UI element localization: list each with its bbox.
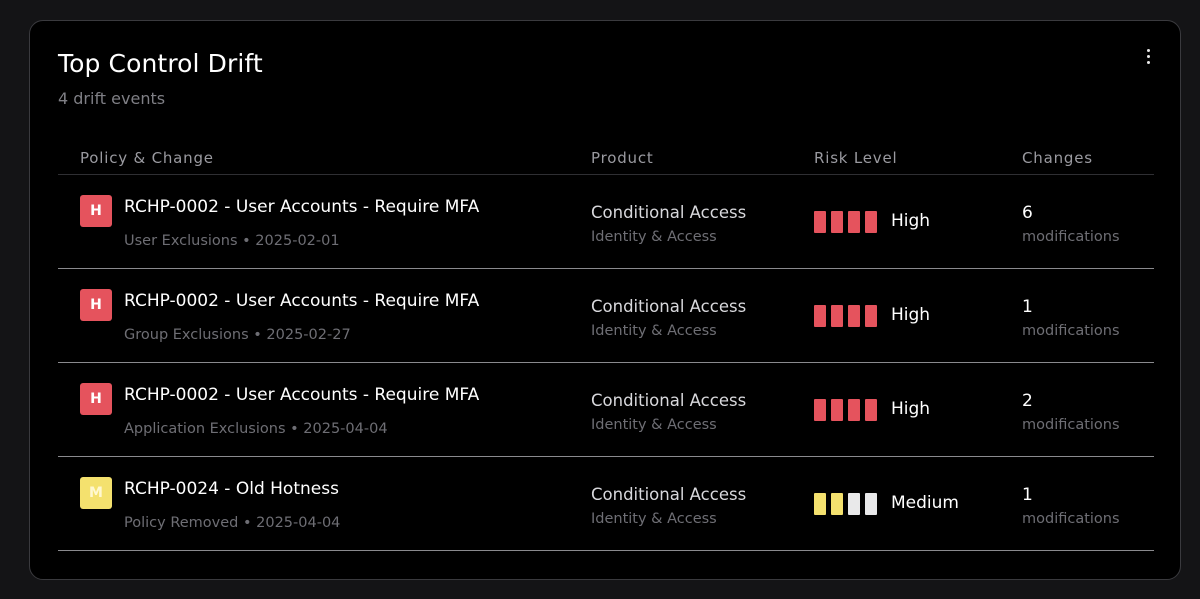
- risk-meter: [814, 399, 877, 421]
- product-name: Conditional Access: [591, 391, 747, 410]
- change-detail: Policy Removed • 2025-04-04: [124, 515, 341, 531]
- table-row[interactable]: H RCHP-0002 - User Accounts - Require MF…: [58, 175, 1154, 269]
- product-category: Identity & Access: [591, 323, 717, 339]
- risk-label: High: [891, 211, 931, 231]
- risk-bar: [848, 305, 860, 327]
- column-header-risk[interactable]: Risk Level: [814, 149, 897, 167]
- change-count: 1: [1022, 485, 1033, 505]
- change-count: 6: [1022, 203, 1033, 223]
- risk-bar: [814, 399, 826, 421]
- change-count: 1: [1022, 297, 1033, 317]
- table-row[interactable]: H RCHP-0002 - User Accounts - Require MF…: [58, 269, 1154, 363]
- policy-name: RCHP-0002 - User Accounts - Require MFA: [124, 385, 480, 405]
- risk-bar: [848, 211, 860, 233]
- policy-name: RCHP-0002 - User Accounts - Require MFA: [124, 291, 480, 311]
- drift-card: Top Control Drift 4 drift events Policy …: [29, 20, 1181, 580]
- menu-dot: [1146, 60, 1150, 64]
- change-detail: User Exclusions • 2025-02-01: [124, 233, 340, 249]
- risk-bar: [814, 211, 826, 233]
- card-title: Top Control Drift: [58, 49, 263, 78]
- risk-badge: M: [80, 477, 112, 509]
- risk-badge: H: [80, 383, 112, 415]
- product-name: Conditional Access: [591, 485, 747, 504]
- change-count: 2: [1022, 391, 1033, 411]
- policy-name: RCHP-0002 - User Accounts - Require MFA: [124, 197, 480, 217]
- risk-bar: [814, 305, 826, 327]
- change-detail: Group Exclusions • 2025-02-27: [124, 327, 351, 343]
- risk-bar: [865, 399, 877, 421]
- table-row[interactable]: H RCHP-0002 - User Accounts - Require MF…: [58, 363, 1154, 457]
- menu-dot: [1146, 54, 1150, 58]
- risk-meter: [814, 305, 877, 327]
- risk-bar: [865, 493, 877, 515]
- risk-bar: [814, 493, 826, 515]
- column-header-product[interactable]: Product: [591, 149, 654, 167]
- table-row[interactable]: M RCHP-0024 - Old Hotness Policy Removed…: [58, 457, 1154, 551]
- product-name: Conditional Access: [591, 297, 747, 316]
- column-header-policy[interactable]: Policy & Change: [80, 149, 214, 167]
- policy-name: RCHP-0024 - Old Hotness: [124, 479, 339, 499]
- change-unit: modifications: [1022, 229, 1120, 245]
- risk-badge: H: [80, 289, 112, 321]
- product-category: Identity & Access: [591, 511, 717, 527]
- change-unit: modifications: [1022, 323, 1120, 339]
- risk-bar: [831, 305, 843, 327]
- risk-label: High: [891, 399, 931, 419]
- column-header-changes[interactable]: Changes: [1022, 149, 1093, 167]
- product-category: Identity & Access: [591, 229, 717, 245]
- product-category: Identity & Access: [591, 417, 717, 433]
- risk-bar: [848, 399, 860, 421]
- table-header: Policy & Change Product Risk Level Chang…: [58, 147, 1154, 175]
- menu-dot: [1146, 48, 1150, 52]
- risk-bar: [848, 493, 860, 515]
- risk-bar: [831, 399, 843, 421]
- change-unit: modifications: [1022, 511, 1120, 527]
- change-unit: modifications: [1022, 417, 1120, 433]
- risk-bar: [831, 211, 843, 233]
- risk-badge: H: [80, 195, 112, 227]
- risk-label: High: [891, 305, 931, 325]
- vertical-ellipsis-icon[interactable]: [1138, 45, 1158, 67]
- risk-bar: [865, 211, 877, 233]
- card-subtitle: 4 drift events: [58, 89, 166, 108]
- risk-meter: [814, 211, 877, 233]
- risk-label: Medium: [891, 493, 959, 513]
- product-name: Conditional Access: [591, 203, 747, 222]
- change-detail: Application Exclusions • 2025-04-04: [124, 421, 388, 437]
- risk-bar: [831, 493, 843, 515]
- risk-meter: [814, 493, 877, 515]
- risk-bar: [865, 305, 877, 327]
